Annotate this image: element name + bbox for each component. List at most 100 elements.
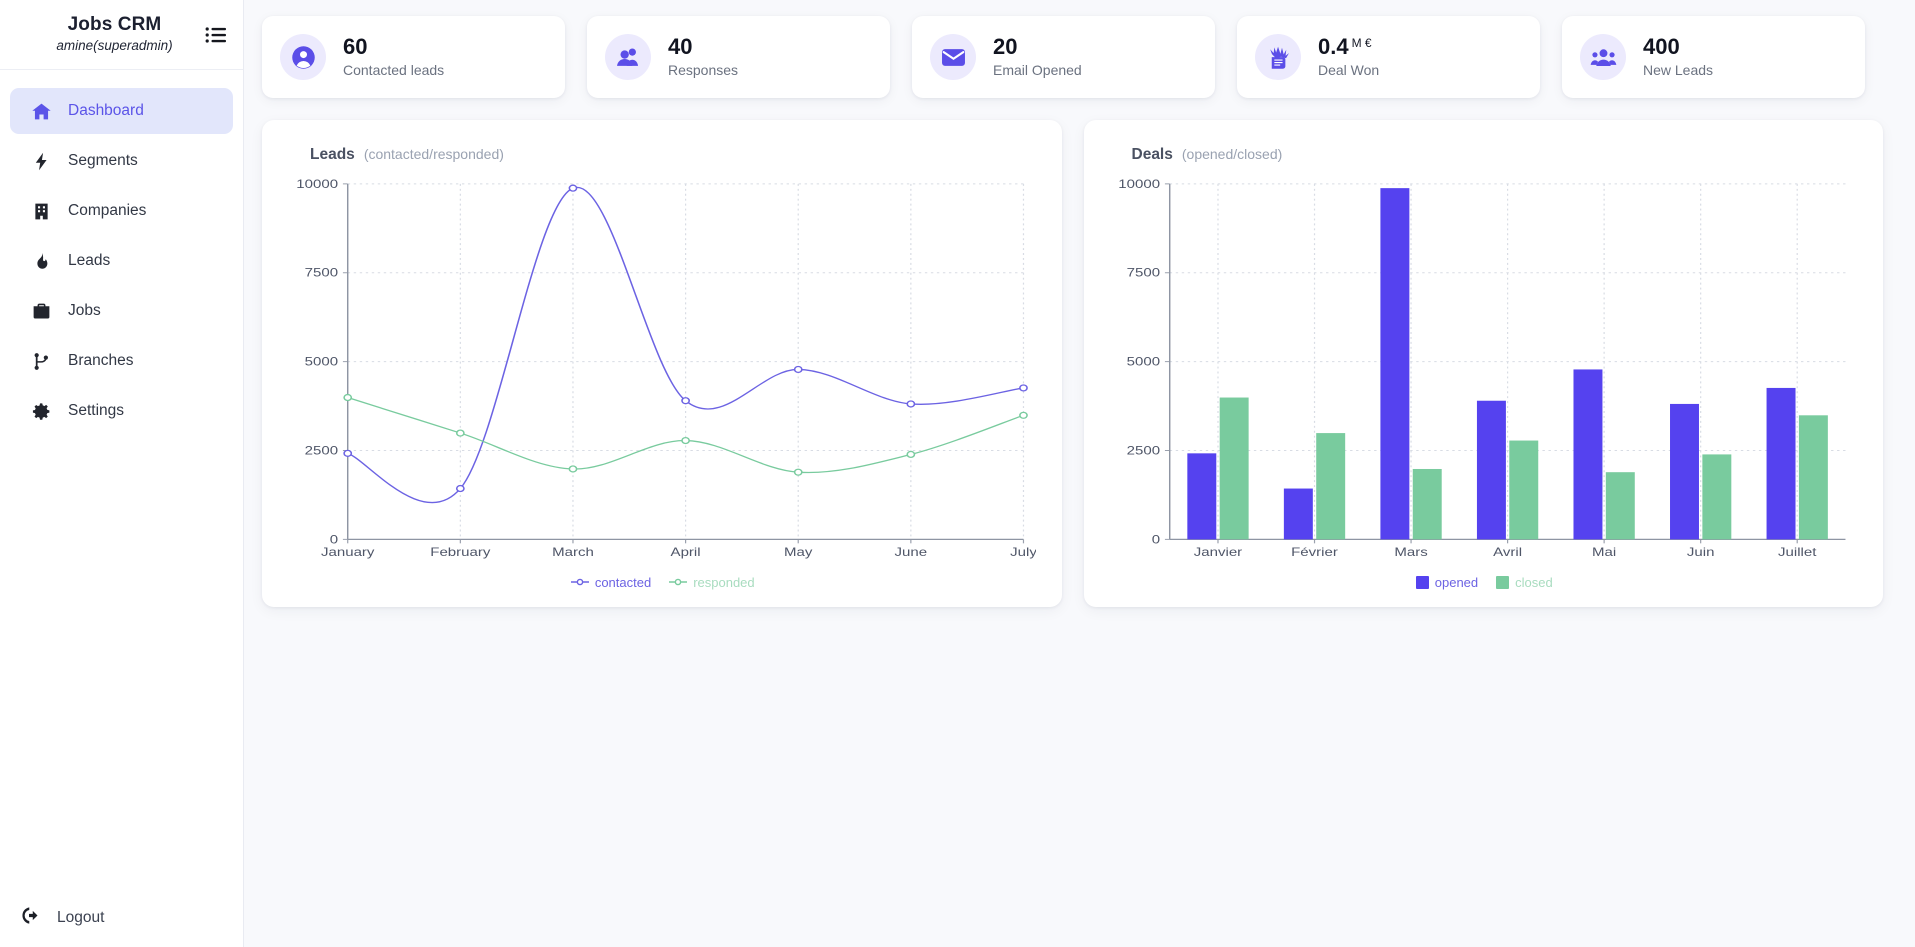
svg-text:2500: 2500 (305, 444, 339, 457)
app-title: Jobs CRM (26, 14, 203, 36)
fire-icon (30, 250, 52, 272)
svg-text:Janvier: Janvier (1193, 545, 1242, 558)
list-menu-icon[interactable] (203, 23, 229, 47)
stat-value: 40 (668, 35, 692, 60)
stat-label: New Leads (1643, 62, 1713, 79)
svg-text:5000: 5000 (305, 355, 339, 368)
sidebar-item-label: Branches (68, 353, 133, 369)
legend-item-responded[interactable]: responded (669, 575, 754, 590)
stat-label: Email Opened (993, 62, 1082, 79)
stat-value: 0.4 (1318, 35, 1349, 60)
sidebar-item-branches[interactable]: Branches (10, 338, 233, 384)
logout-button[interactable]: Logout (0, 889, 243, 947)
stat-value-wrap: 40 (668, 35, 738, 60)
gear-icon (30, 400, 52, 422)
svg-text:March: March (552, 545, 594, 558)
svg-text:10000: 10000 (1118, 177, 1160, 190)
panel-header: Leads (contacted/responded) (290, 146, 1036, 164)
home-icon (30, 100, 52, 122)
sidebar-item-label: Settings (68, 403, 124, 419)
leads-plot-area: 025005000750010000JanuaryFebruaryMarchAp… (290, 174, 1036, 569)
stat-value: 60 (343, 35, 367, 60)
leads-line-chart[interactable]: 025005000750010000JanuaryFebruaryMarchAp… (290, 174, 1036, 569)
people-group-icon (1580, 34, 1626, 80)
deals-plot-area: 025005000750010000JanvierFévrierMarsAvri… (1112, 174, 1858, 569)
bolt-icon (30, 150, 52, 172)
sidebar-item-dashboard[interactable]: Dashboard (10, 88, 233, 134)
stat-card-email-opened[interactable]: 20 Email Opened (912, 16, 1215, 98)
sidebar-item-leads[interactable]: Leads (10, 238, 233, 284)
legend-item-opened[interactable]: opened (1416, 575, 1478, 590)
sidebar-item-companies[interactable]: Companies (10, 188, 233, 234)
svg-text:0: 0 (1151, 533, 1160, 546)
sidebar: Jobs CRM amine(superadmin) Dash (0, 0, 244, 947)
stat-cards-row: 60 Contacted leads 40 (262, 10, 1897, 98)
panel-title: Deals (1132, 146, 1173, 164)
stat-text: 0.4 M € Deal Won (1318, 35, 1379, 79)
stat-value-wrap: 0.4 M € (1318, 35, 1379, 60)
svg-text:7500: 7500 (305, 266, 339, 279)
sidebar-item-settings[interactable]: Settings (10, 388, 233, 434)
stat-card-contacted-leads[interactable]: 60 Contacted leads (262, 16, 565, 98)
deals-bar-chart[interactable]: 025005000750010000JanvierFévrierMarsAvri… (1112, 174, 1858, 569)
stat-value-wrap: 60 (343, 35, 444, 60)
sidebar-item-label: Leads (68, 253, 110, 269)
panel-title: Leads (310, 146, 355, 164)
user-circle-icon (280, 34, 326, 80)
users-icon (605, 34, 651, 80)
svg-text:Juillet: Juillet (1777, 545, 1816, 558)
stat-card-deal-won[interactable]: 0.4 M € Deal Won (1237, 16, 1540, 98)
svg-text:June: June (895, 545, 928, 558)
svg-text:April: April (671, 545, 701, 558)
logout-icon (20, 905, 41, 931)
svg-text:May: May (784, 545, 813, 558)
svg-text:7500: 7500 (1126, 266, 1160, 279)
leads-legend: contacted responded (290, 571, 1036, 593)
svg-text:2500: 2500 (1126, 444, 1160, 457)
briefcase-icon (30, 300, 52, 322)
panel-header: Deals (opened/closed) (1112, 146, 1858, 164)
legend-label: contacted (595, 575, 651, 590)
panel-subtitle: (contacted/responded) (364, 146, 504, 162)
legend-item-contacted[interactable]: contacted (571, 575, 651, 590)
svg-text:5000: 5000 (1126, 355, 1160, 368)
stat-label: Deal Won (1318, 62, 1379, 79)
legend-item-closed[interactable]: closed (1496, 575, 1553, 590)
stat-card-responses[interactable]: 40 Responses (587, 16, 890, 98)
stat-unit: M € (1352, 35, 1372, 50)
sidebar-item-label: Jobs (68, 303, 101, 319)
app-root: Jobs CRM amine(superadmin) Dash (0, 0, 1915, 947)
stat-value: 20 (993, 35, 1017, 60)
legend-label: responded (693, 575, 754, 590)
svg-text:February: February (430, 545, 490, 558)
line-marker-icon (571, 577, 589, 587)
charts-row: Leads (contacted/responded) 0 2500 5000 750… (262, 120, 1897, 607)
stat-value-wrap: 20 (993, 35, 1082, 60)
sidebar-item-jobs[interactable]: Jobs (10, 288, 233, 334)
svg-text:Juin: Juin (1686, 545, 1714, 558)
sidebar-item-segments[interactable]: Segments (10, 138, 233, 184)
envelope-icon (930, 34, 976, 80)
swatch-icon (1416, 576, 1429, 589)
swatch-icon (1496, 576, 1509, 589)
sidebar-item-label: Dashboard (68, 103, 144, 119)
svg-text:Mars: Mars (1394, 545, 1428, 558)
stat-value: 400 (1643, 35, 1680, 60)
logout-label: Logout (57, 909, 104, 927)
svg-text:0: 0 (330, 533, 339, 546)
brand-header: Jobs CRM amine(superadmin) (0, 0, 243, 70)
stat-text: 40 Responses (668, 35, 738, 79)
panel-deals: Deals (opened/closed) 0 2500 5000 7500 10000… (1084, 120, 1884, 607)
sidebar-item-label: Companies (68, 203, 146, 219)
stat-card-new-leads[interactable]: 400 New Leads (1562, 16, 1865, 98)
legend-label: closed (1515, 575, 1553, 590)
stat-label: Contacted leads (343, 62, 444, 79)
legend-label: opened (1435, 575, 1478, 590)
main-content: 60 Contacted leads 40 (244, 0, 1915, 947)
panel-subtitle: (opened/closed) (1182, 146, 1282, 162)
svg-text:January: January (321, 545, 375, 558)
svg-text:Février: Février (1291, 545, 1338, 558)
stat-text: 60 Contacted leads (343, 35, 444, 79)
stat-text: 400 New Leads (1643, 35, 1713, 79)
current-user-label: amine(superadmin) (26, 37, 203, 55)
